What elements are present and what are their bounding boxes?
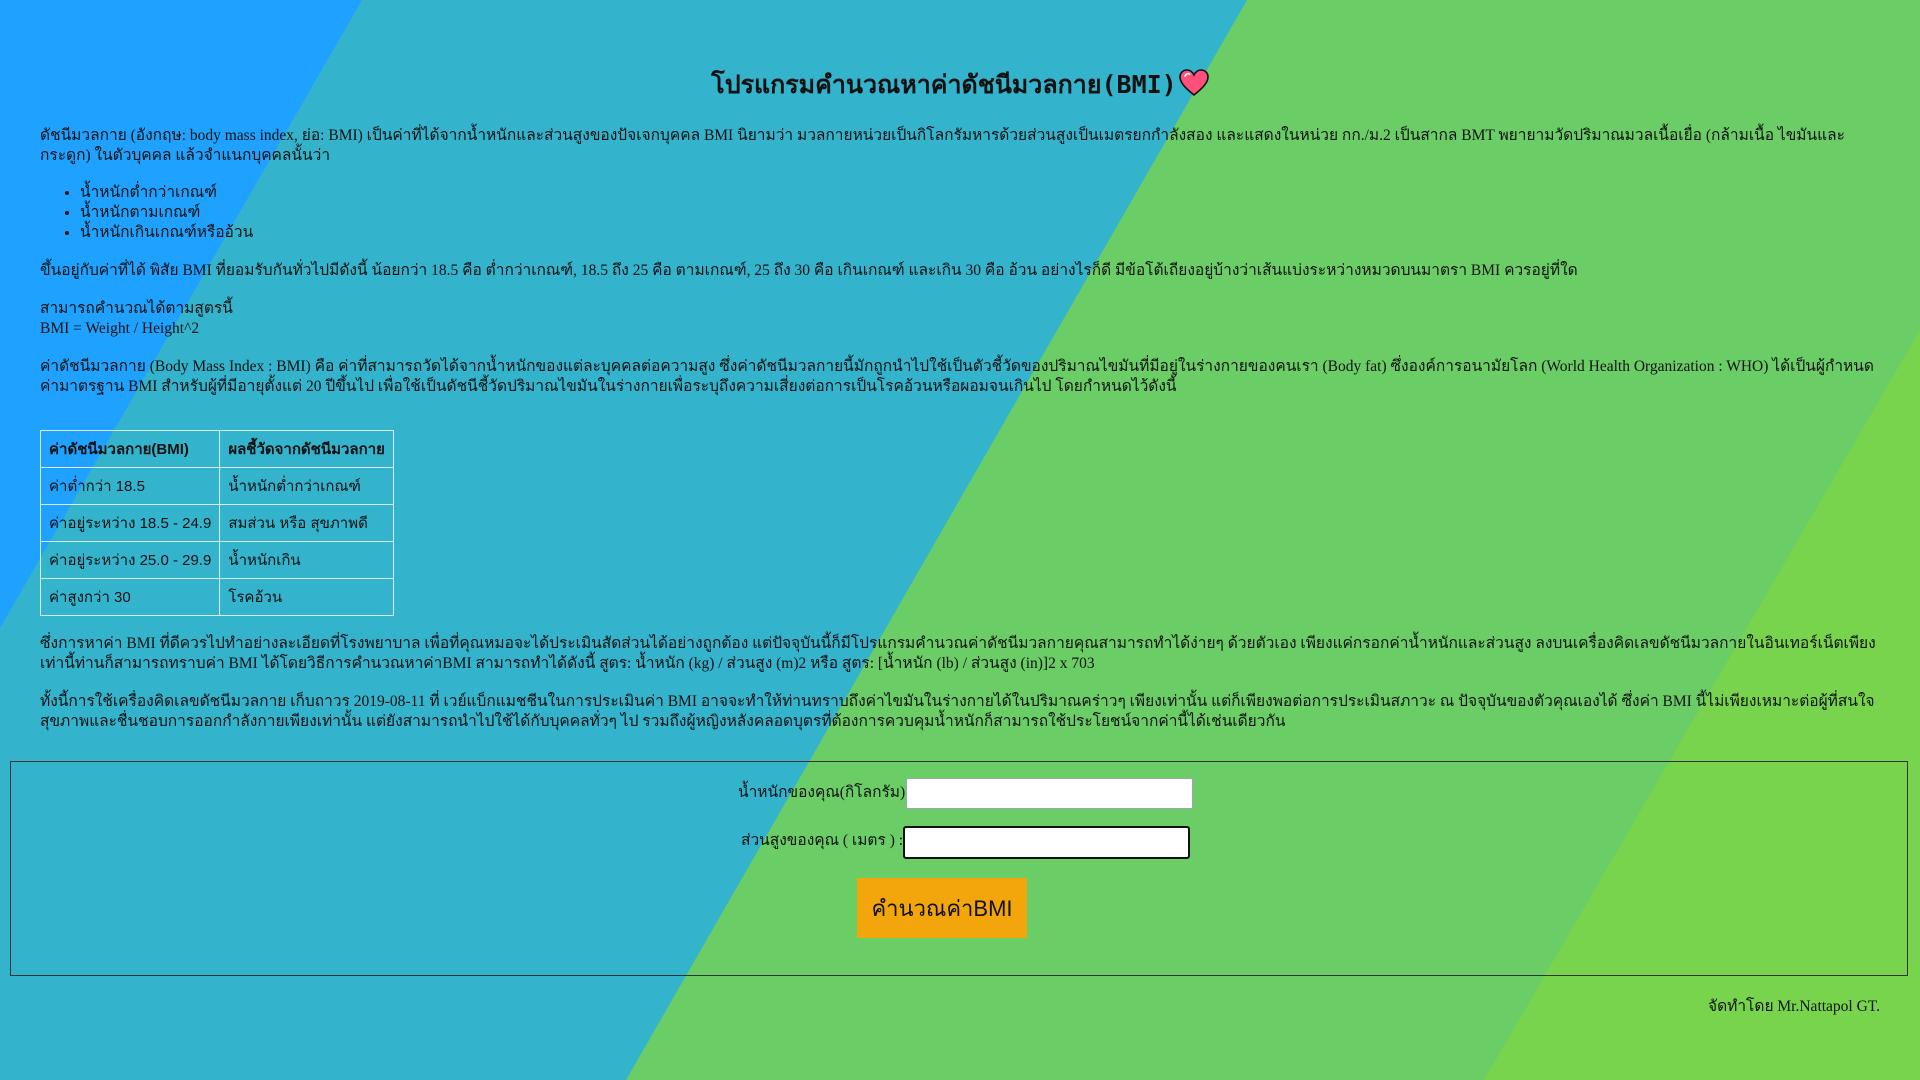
category-list: น้ำหนักต่ำกว่าเกณฑ์ น้ำหนักตามเกณฑ์ น้ำห… xyxy=(40,183,1880,243)
table-cell: ค่าอยู่ระหว่าง 18.5 - 24.9 xyxy=(39,504,221,542)
table-cell: ค่าต่ำกว่า 18.5 xyxy=(39,467,221,505)
table-row: ค่าต่ำกว่า 18.5 น้ำหนักต่ำกว่าเกณฑ์ xyxy=(39,467,394,505)
formula-intro: สามารถคำนวณได้ตามสูตรนี้ xyxy=(40,300,233,317)
note-paragraph-2: ทั้งนี้การใช้เครื่องคิดเลขดัชนีมวลกาย เก… xyxy=(40,693,1875,730)
table-cell: น้ำหนักต่ำกว่าเกณฑ์ xyxy=(219,467,394,505)
table-header-row: ค่าดัชนีมวลกาย(BMI) ผลชี้วัดจากดัชนีมวลก… xyxy=(39,430,394,468)
table-cell: โรคอ้วน xyxy=(219,578,394,616)
bmi-calculator-form: น้ำหนักของคุณ(กิโลกรัม): ส่วนสูงของคุณ (… xyxy=(10,761,1908,976)
table-cell: สมส่วน หรือ สุขภาพดี xyxy=(219,504,394,542)
table-row: ค่าอยู่ระหว่าง 18.5 - 24.9 สมส่วน หรือ ส… xyxy=(39,504,394,542)
calculate-bmi-button[interactable]: คำนวณค่าBMI xyxy=(857,878,1027,938)
list-item: น้ำหนักเกินเกณฑ์หรืออ้วน xyxy=(80,223,1880,243)
definition-paragraph: ค่าดัชนีมวลกาย (Body Mass Index : BMI) ค… xyxy=(40,358,1874,395)
heart-icon xyxy=(1178,69,1209,106)
intro-paragraph: ดัชนีมวลกาย (อังกฤษ: body mass index, ย่… xyxy=(40,127,1845,164)
table-header: ผลชี้วัดจากดัชนีมวลกาย xyxy=(219,430,394,468)
list-item: น้ำหนักตามเกณฑ์ xyxy=(80,203,1880,223)
list-item: น้ำหนักต่ำกว่าเกณฑ์ xyxy=(80,183,1880,203)
bmi-table: ค่าดัชนีมวลกาย(BMI) ผลชี้วัดจากดัชนีมวลก… xyxy=(39,430,394,616)
weight-label: น้ำหนักของคุณ(กิโลกรัม): xyxy=(738,784,910,801)
author-credit: จัดทำโดย Mr.Nattapol GT. xyxy=(1707,998,1880,1015)
page-title: โปรแกรมคำนวณหาค่าดัชนีมวลกาย(BMI) xyxy=(40,0,1880,106)
weight-input[interactable] xyxy=(906,778,1193,809)
table-row: ค่าอยู่ระหว่าง 25.0 - 29.9 น้ำหนักเกิน xyxy=(39,541,394,579)
table-cell: น้ำหนักเกิน xyxy=(219,541,394,579)
ranges-paragraph: ขึ้นอยู่กับค่าที่ได้ พิสัย BMI ที่ยอมรับ… xyxy=(40,262,1578,279)
height-label: ส่วนสูงของคุณ ( เมตร ) : xyxy=(741,832,904,849)
table-cell: ค่าสูงกว่า 30 xyxy=(39,578,221,616)
page-title-text: โปรแกรมคำนวณหาค่าดัชนีมวลกาย(BMI) xyxy=(711,70,1177,99)
formula-text: BMI = Weight / Height^2 xyxy=(40,320,200,337)
table-cell: ค่าอยู่ระหว่าง 25.0 - 29.9 xyxy=(39,541,221,579)
table-row: ค่าสูงกว่า 30 โรคอ้วน xyxy=(39,578,394,616)
main-content: โปรแกรมคำนวณหาค่าดัชนีมวลกาย(BMI) ดัชนีม… xyxy=(0,0,1920,732)
note-paragraph-1: ซึ่งการหาค่า BMI ที่ดีควรไปทำอย่างละเอีย… xyxy=(40,635,1876,672)
height-input[interactable] xyxy=(903,826,1190,859)
table-header: ค่าดัชนีมวลกาย(BMI) xyxy=(39,430,221,468)
